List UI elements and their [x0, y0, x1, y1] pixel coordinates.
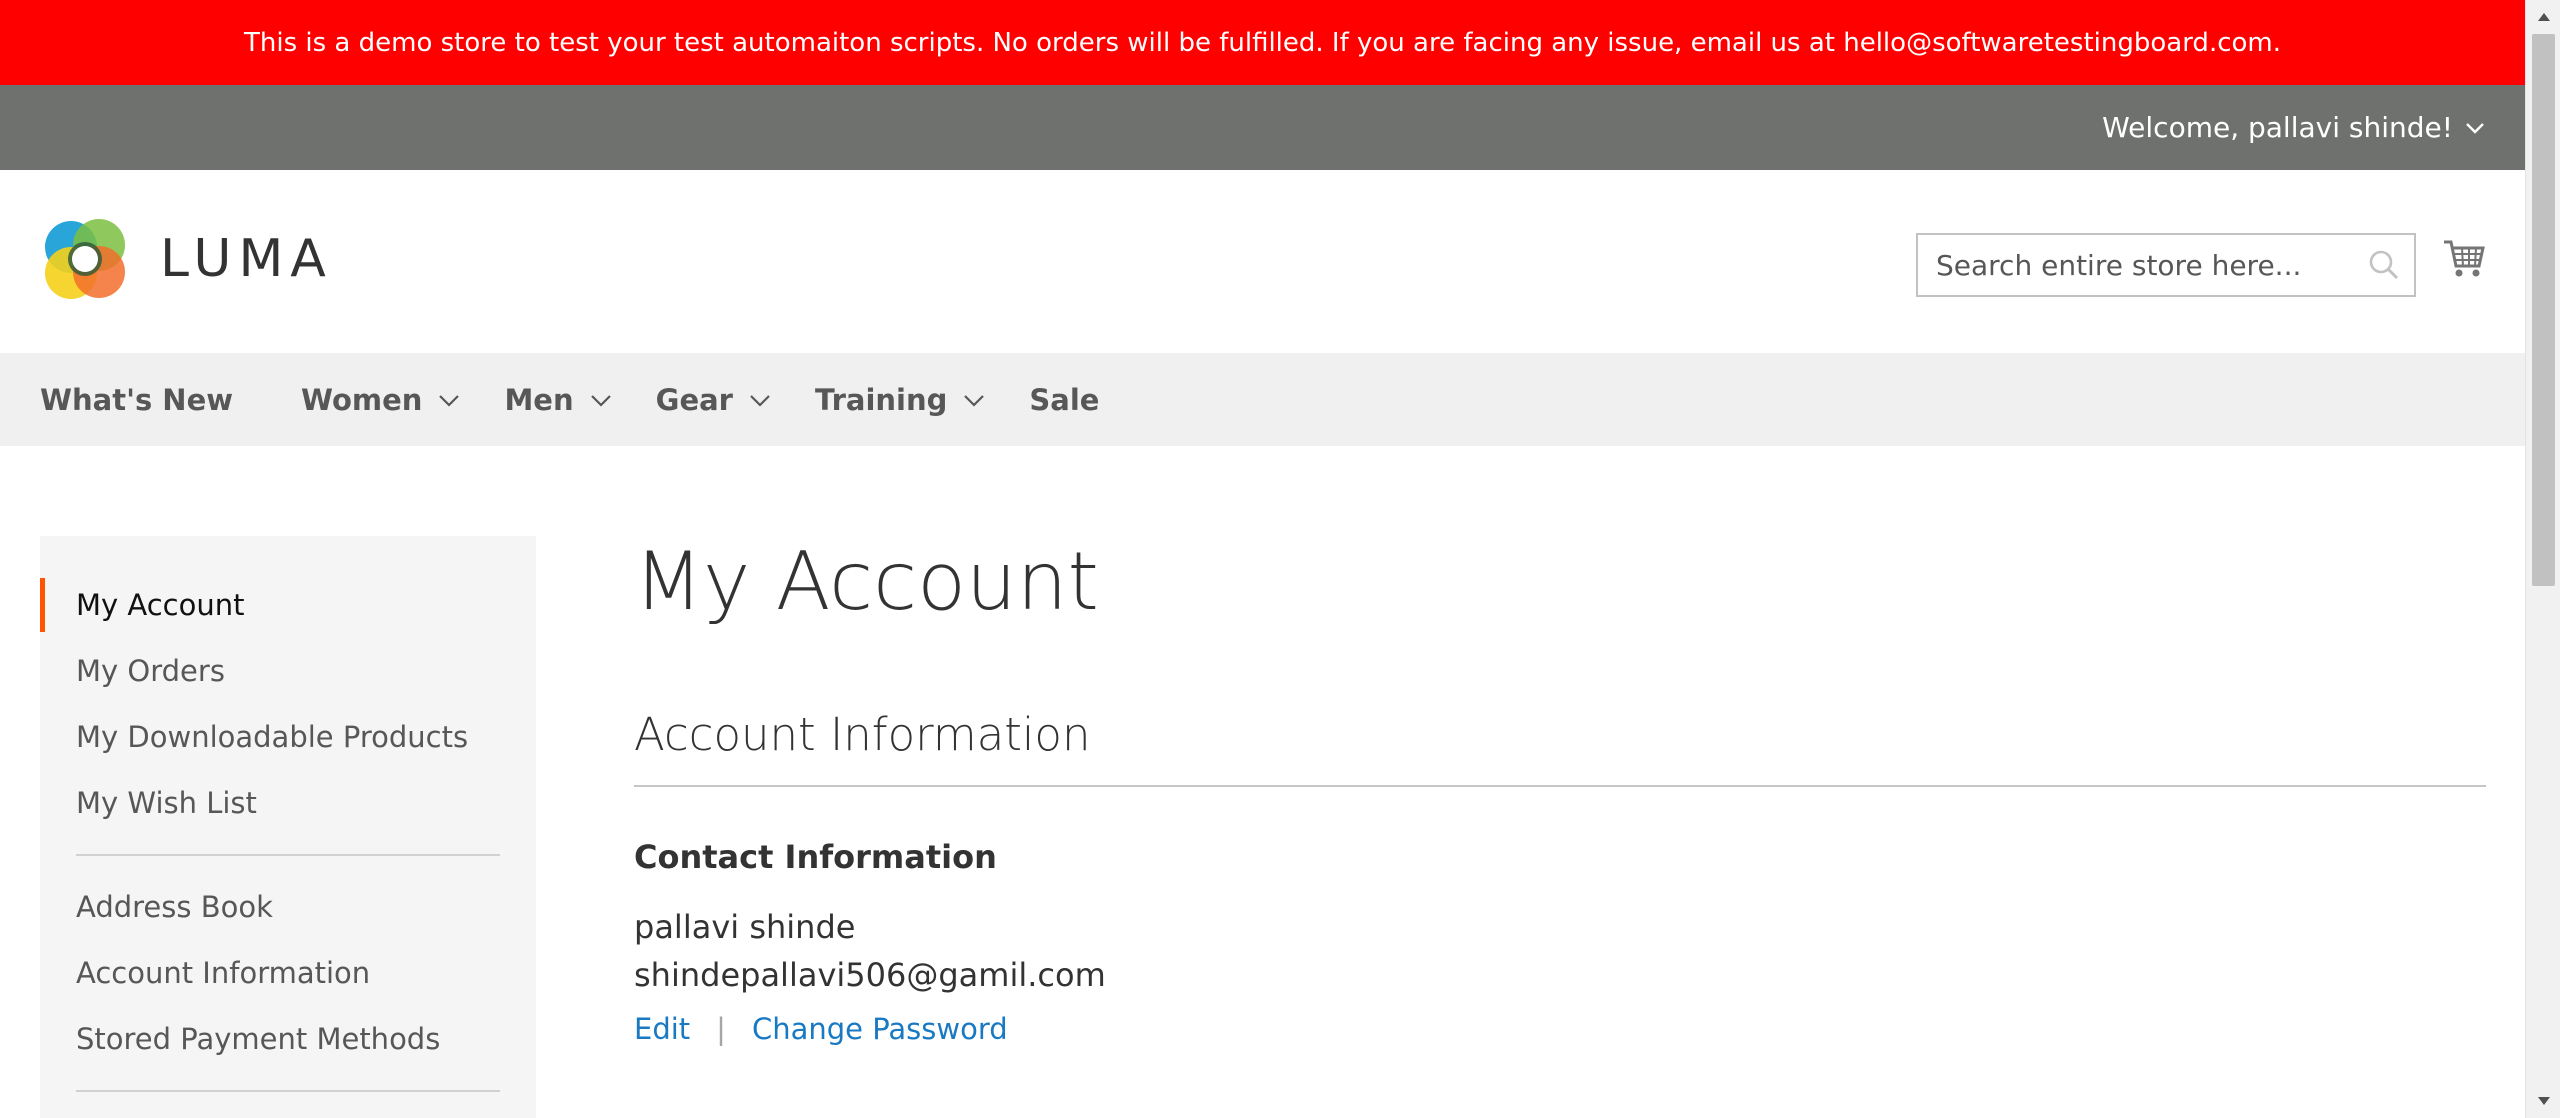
- section-title: Account Information: [634, 708, 1091, 761]
- search-input[interactable]: [1918, 235, 2354, 295]
- customer-welcome-menu[interactable]: Welcome, pallavi shinde!: [2102, 111, 2485, 144]
- header-panel: Welcome, pallavi shinde!: [0, 85, 2525, 170]
- welcome-text: Welcome, pallavi shinde!: [2102, 111, 2453, 144]
- contact-name: pallavi shinde: [634, 908, 856, 946]
- sidebar-item-address-book[interactable]: Address Book: [40, 874, 536, 940]
- page-title: My Account: [634, 535, 1099, 628]
- sidebar-item-my-orders[interactable]: My Orders: [40, 638, 536, 704]
- chevron-down-icon: [590, 394, 611, 407]
- chevron-down-icon: [2466, 122, 2484, 134]
- nav-item-label: Men: [504, 382, 574, 417]
- nav-item-label: Women: [301, 382, 423, 417]
- luma-logo-icon: [45, 219, 125, 299]
- nav-item-gear[interactable]: Gear: [656, 383, 771, 417]
- main-navigation: What's New Women Men Gear Training Sale: [0, 353, 2525, 446]
- edit-link[interactable]: Edit: [634, 1012, 690, 1046]
- scrollbar-thumb[interactable]: [2532, 34, 2555, 586]
- demo-banner-text: This is a demo store to test your test a…: [243, 27, 2281, 58]
- nav-item-training[interactable]: Training: [815, 383, 985, 417]
- sidebar-item-label: My Wish List: [76, 786, 257, 820]
- shopping-cart-icon[interactable]: [2442, 236, 2486, 280]
- account-sidebar: My Account My Orders My Downloadable Pro…: [40, 536, 536, 1118]
- action-separator: |: [716, 1012, 726, 1046]
- nav-item-label: What's New: [40, 382, 234, 417]
- chevron-down-icon: [750, 394, 770, 407]
- nav-item-label: Sale: [1029, 382, 1100, 417]
- nav-item-men[interactable]: Men: [504, 383, 611, 417]
- sidebar-item-my-downloadable-products[interactable]: My Downloadable Products: [40, 704, 536, 770]
- page: This is a demo store to test your test a…: [0, 0, 2525, 1118]
- scroll-up-arrow-icon[interactable]: [2526, 0, 2560, 34]
- sidebar-item-label: Address Book: [76, 890, 273, 924]
- search-icon: [2369, 250, 2399, 280]
- header-content: LUMA: [0, 170, 2525, 353]
- sidebar-item-account-information[interactable]: Account Information: [40, 940, 536, 1006]
- sidebar-item-stored-payment-methods[interactable]: Stored Payment Methods: [40, 1006, 536, 1072]
- nav-item-label: Training: [814, 382, 948, 417]
- sidebar-item-label: My Downloadable Products: [76, 720, 469, 754]
- change-password-link[interactable]: Change Password: [752, 1012, 1008, 1046]
- sidebar-item-label: Account Information: [76, 956, 371, 990]
- sidebar-item-label: Stored Payment Methods: [76, 1022, 441, 1056]
- logo-text: LUMA: [160, 229, 333, 289]
- contact-actions: Edit | Change Password: [634, 1012, 1008, 1046]
- chevron-down-icon: [964, 394, 985, 407]
- sidebar-divider: [76, 1090, 500, 1092]
- contact-information-heading: Contact Information: [634, 838, 997, 876]
- contact-email: shindepallavi506@gamil.com: [634, 956, 1106, 994]
- nav-item-label: Gear: [655, 382, 733, 417]
- nav-item-women[interactable]: Women: [301, 383, 460, 417]
- sidebar-divider: [76, 854, 500, 856]
- search-box: [1916, 233, 2416, 297]
- luma-logo[interactable]: LUMA: [40, 214, 333, 304]
- sidebar-item-label: My Account: [76, 588, 245, 622]
- nav-item-sale[interactable]: Sale: [1029, 383, 1099, 417]
- chevron-down-icon: [439, 394, 460, 407]
- sidebar-item-my-wish-list[interactable]: My Wish List: [40, 770, 536, 836]
- vertical-scrollbar[interactable]: [2525, 0, 2560, 1118]
- sidebar-item-label: My Orders: [76, 654, 225, 688]
- scroll-down-arrow-icon[interactable]: [2526, 1084, 2560, 1118]
- demo-store-banner: This is a demo store to test your test a…: [0, 0, 2525, 85]
- sidebar-item-my-account[interactable]: My Account: [40, 572, 536, 638]
- nav-item-whats-new[interactable]: What's New: [40, 383, 233, 417]
- section-divider: [634, 785, 2486, 787]
- search-button[interactable]: [2354, 249, 2414, 281]
